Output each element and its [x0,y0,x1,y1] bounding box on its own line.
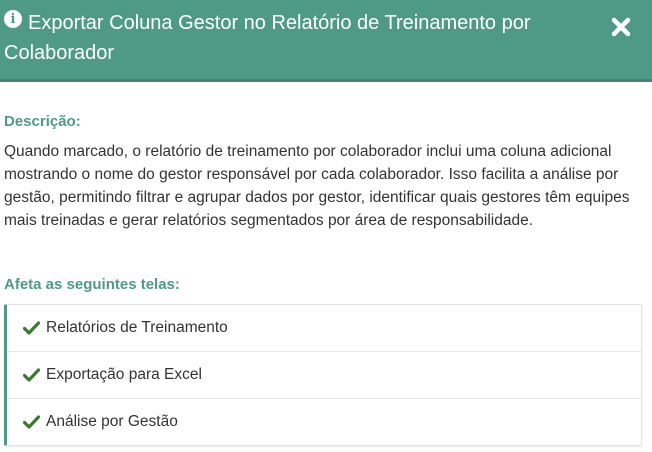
affected-screens-label: Afeta as seguintes telas: [4,276,180,293]
description-text: Quando marcado, o relatório de treinamen… [4,143,630,229]
check-icon [23,415,40,429]
modal-title: Exportar Coluna Gestor no Relatório de T… [4,12,531,64]
list-item-label: Análise por Gestão [46,413,178,430]
check-icon [23,368,40,382]
check-icon [23,321,40,335]
list-item-label: Exportação para Excel [46,366,202,383]
list-item: Exportação para Excel [7,352,641,399]
modal-header: i Exportar Coluna Gestor no Relatório de… [0,0,652,82]
description-label: Descrição: [4,113,81,130]
list-item: Análise por Gestão [7,399,641,445]
affected-screens-list: Relatórios de Treinamento Exportação par… [4,304,642,446]
list-item: Relatórios de Treinamento [7,305,641,352]
list-item-label: Relatórios de Treinamento [46,319,228,336]
close-icon[interactable] [610,16,632,38]
